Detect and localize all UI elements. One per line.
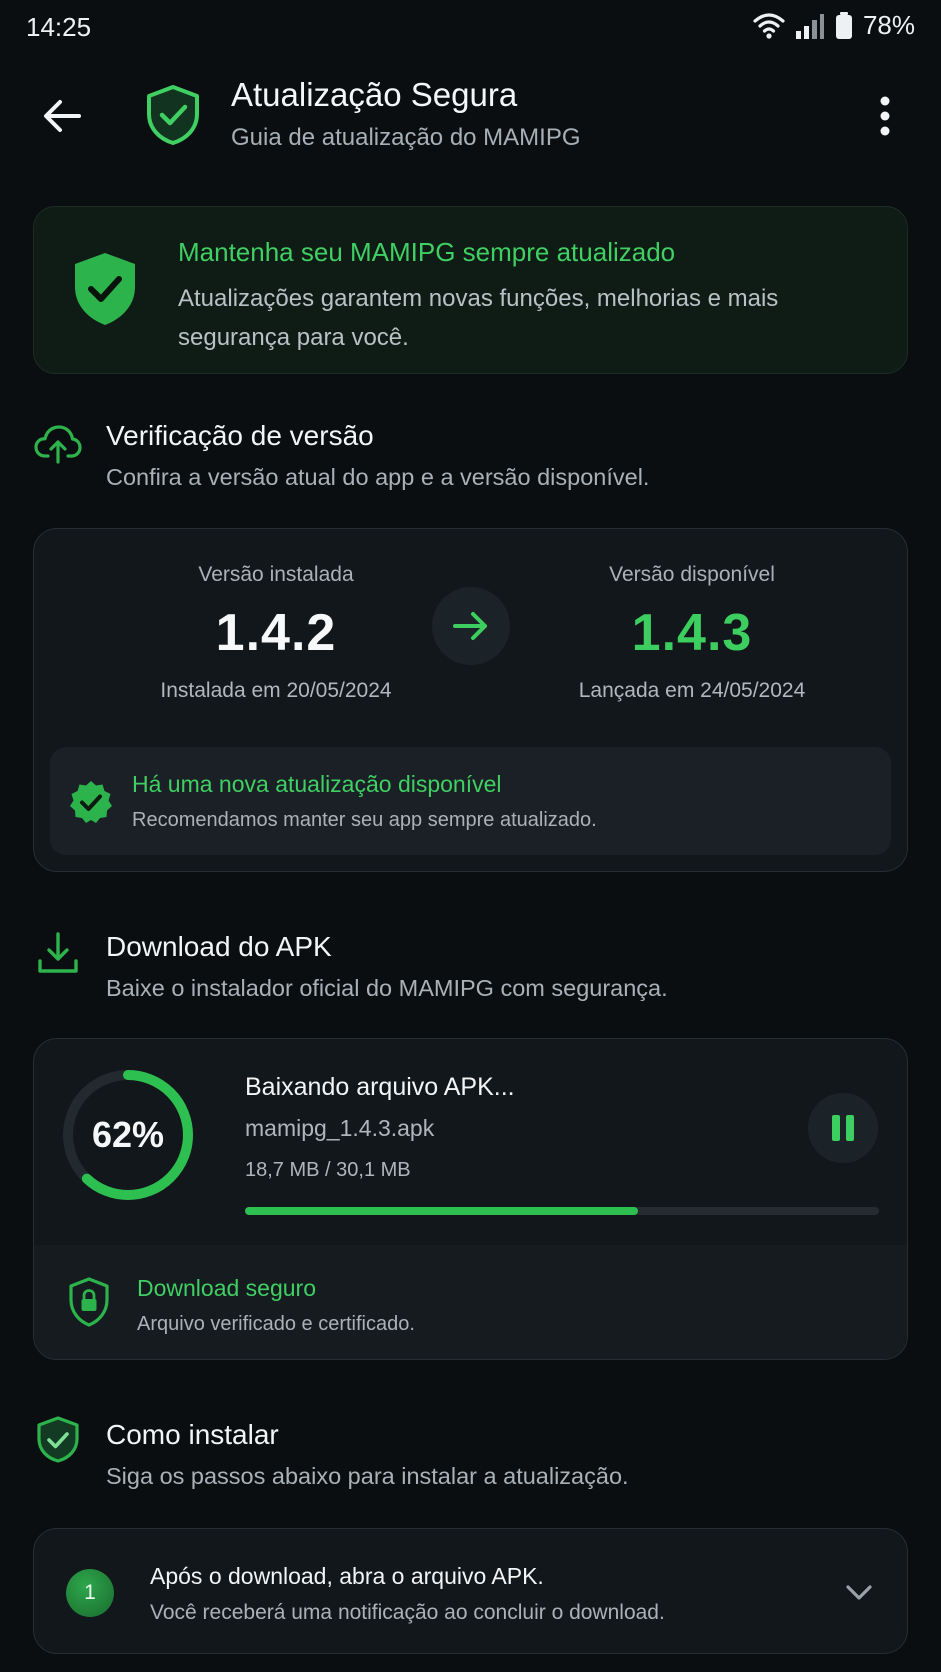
download-filename: mamipg_1.4.3.apk — [245, 1115, 435, 1141]
download-section-title: Download do APK — [106, 931, 332, 962]
status-bar: 14:25 78% — [0, 0, 941, 54]
step-title: Após o download, abra o arquivo APK. — [150, 1563, 544, 1589]
secure-download-text: Arquivo verificado e certificado. — [137, 1313, 415, 1335]
available-version-label: Versão disponível — [609, 563, 775, 586]
back-arrow-icon — [44, 100, 81, 132]
shield-check-icon — [147, 85, 199, 145]
version-section-title: Verificação de versão — [106, 420, 374, 451]
page-title: Atualização Segura — [231, 76, 518, 113]
notice-title: Há uma nova atualização disponível — [132, 771, 502, 797]
pause-icon — [832, 1115, 854, 1141]
install-step-1[interactable]: 1 Após o download, abra o arquivo APK. V… — [33, 1528, 908, 1654]
pause-button[interactable] — [808, 1093, 878, 1163]
step-number: 1 — [66, 1569, 114, 1617]
arrow-right-icon — [453, 612, 487, 640]
available-version-date: Lançada em 24/05/2024 — [578, 679, 806, 702]
version-section-header: Verificação de versão Confira a versão a… — [0, 420, 941, 500]
download-size: 18,7 MB / 30,1 MB — [245, 1159, 411, 1181]
installed-version-number: 1.4.2 — [215, 604, 337, 662]
expand-step-button[interactable] — [839, 1573, 879, 1613]
cloud-upload-icon — [34, 425, 82, 464]
battery-icon — [835, 11, 852, 39]
download-status: Baixando arquivo APK... — [245, 1073, 515, 1101]
secure-download-title: Download seguro — [137, 1275, 317, 1301]
download-progress-fill — [245, 1207, 639, 1215]
more-vertical-icon — [880, 96, 890, 136]
page-subtitle: Guia de atualização do MAMIPG — [231, 124, 581, 151]
secure-download-row: Download seguro Arquivo verificado e cer… — [34, 1245, 907, 1359]
shield-check-icon — [37, 1416, 79, 1463]
install-section-title: Como instalar — [106, 1419, 279, 1450]
update-available-notice: Há uma nova atualização disponível Recom… — [50, 747, 891, 855]
installed-version-label: Versão instalada — [198, 563, 354, 586]
download-icon — [38, 932, 78, 973]
version-arrow — [432, 587, 510, 665]
status-time: 14:25 — [26, 12, 92, 42]
verified-badge-icon — [70, 781, 112, 823]
battery-percent: 78% — [862, 10, 915, 40]
wifi-icon — [753, 12, 785, 39]
download-section-header: Download do APK Baixe o instalador ofici… — [0, 931, 941, 1011]
step-text: Você receberá uma notificação ao conclui… — [150, 1601, 665, 1624]
chevron-down-icon — [846, 1585, 872, 1600]
available-version-block: Versão disponível 1.4.3 Lançada em 24/05… — [522, 563, 862, 703]
installed-version-block: Versão instalada 1.4.2 Instalada em 20/0… — [106, 563, 446, 703]
top-app-bar: Atualização Segura Guia de atualização d… — [0, 70, 941, 180]
version-section-subtitle: Confira a versão atual do app e a versão… — [106, 464, 650, 490]
back-button[interactable] — [36, 90, 88, 142]
progress-percent: 62% — [91, 1114, 165, 1155]
available-version-number: 1.4.3 — [631, 604, 753, 662]
status-icons: 78% — [753, 10, 915, 41]
app-screen: 14:25 78% Atualização Segura Guia de atu… — [0, 0, 941, 1672]
more-options-button[interactable] — [865, 90, 905, 142]
banner-title: Mantenha seu MAMIPG sempre atualizado — [178, 237, 676, 267]
banner-text: Atualizações garantem novas funções, mel… — [178, 285, 779, 351]
install-section-header: Como instalar Siga os passos abaixo para… — [0, 1416, 941, 1499]
download-card: 62% Baixando arquivo APK... mamipg_1.4.3… — [33, 1038, 908, 1360]
notice-text: Recomendamos manter seu app sempre atual… — [132, 809, 597, 831]
install-section-subtitle: Siga os passos abaixo para instalar a at… — [106, 1463, 629, 1489]
installed-version-date: Instalada em 20/05/2024 — [160, 679, 392, 702]
download-section-subtitle: Baixe o instalador oficial do MAMIPG com… — [106, 975, 668, 1001]
signal-icon — [795, 13, 824, 39]
update-banner: Mantenha seu MAMIPG sempre atualizado At… — [33, 206, 908, 374]
shield-lock-icon — [69, 1277, 109, 1327]
download-progress-bar — [245, 1207, 879, 1215]
shield-check-filled-icon — [75, 253, 135, 325]
version-card: Versão instalada 1.4.2 Instalada em 20/0… — [33, 528, 908, 872]
